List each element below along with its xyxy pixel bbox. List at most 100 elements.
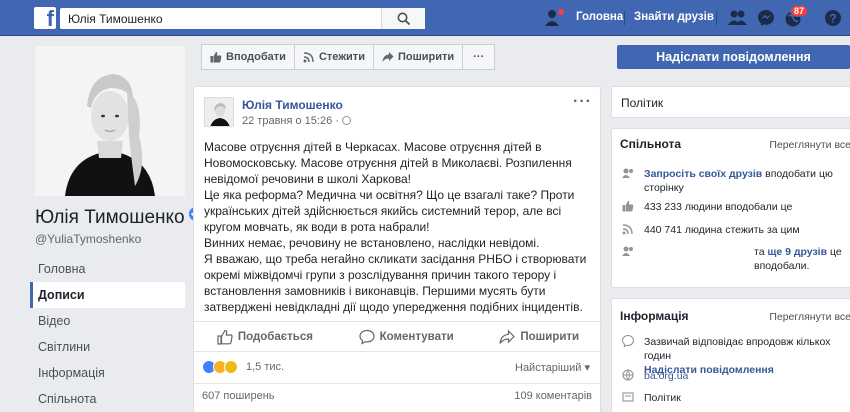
post-paragraph: Це яка реформа? Медична чи освітня? Що ц… (204, 188, 575, 234)
category-tag-icon (622, 392, 634, 402)
follows-count-text: 440 741 людина стежить за цим (644, 224, 800, 236)
audience-globe-icon (341, 116, 351, 125)
help-icon[interactable]: ? (824, 9, 842, 27)
info-category-text[interactable]: Політик (644, 391, 850, 405)
website-globe-icon (622, 369, 634, 381)
notifications-badge: 87 (790, 5, 809, 17)
post-share-label: Поширити (520, 330, 580, 343)
comments-sort-dropdown[interactable]: Найстаріший ▾ (515, 361, 590, 374)
info-see-all-link[interactable]: Переглянути все (769, 311, 850, 323)
sad-reaction-icon (224, 360, 238, 374)
community-follows-row: 440 741 людина стежить за цим (622, 223, 850, 237)
like-page-label: Вподобати (226, 51, 286, 63)
svg-text:?: ? (829, 12, 836, 26)
author-avatar-image (205, 98, 233, 126)
post-comment-button[interactable]: Коментувати (359, 329, 454, 345)
more-options-button[interactable]: ··· (462, 44, 496, 70)
invite-friends-icon (622, 168, 633, 178)
send-message-button[interactable]: Надіслати повідомлення (617, 45, 850, 69)
website-row: ba.org.ua (622, 369, 850, 383)
community-friends-row: та ще 9 друзів це вподобали. (622, 245, 850, 275)
likes-count-text: 433 233 людини вподобали це (644, 201, 793, 213)
comments-count[interactable]: 109 коментарів (514, 390, 592, 402)
community-see-all-link[interactable]: Переглянути все (769, 139, 850, 151)
like-page-button[interactable]: Вподобати (201, 44, 295, 70)
profile-picture[interactable] (35, 46, 185, 196)
left-nav-item-about[interactable]: Інформація (30, 360, 185, 386)
search-button[interactable] (381, 8, 425, 29)
response-time-text: Зазвичай відповідає впродовж кількох год… (644, 336, 831, 362)
like-thumb-icon (217, 329, 233, 345)
search-box (60, 8, 425, 29)
post-paragraph: Винних немає, речовину не встановлено, н… (204, 236, 540, 250)
search-icon (397, 12, 411, 26)
shares-row: 607 поширень 109 коментарів (194, 383, 602, 407)
follow-label: Стежити (318, 51, 365, 63)
profile-portrait-image (35, 46, 185, 196)
post-author-name[interactable]: Юлія Тимошенко (242, 98, 343, 112)
invite-friends-link[interactable]: Запросіть своїх друзів (644, 168, 762, 180)
nav-find-friends-link[interactable]: Знайти друзів (634, 11, 714, 23)
community-likes-row: 433 233 людини вподобали це (622, 200, 850, 214)
thumbs-up-icon (210, 52, 222, 63)
post-date-text: 22 травня о 15:26 · (242, 115, 342, 127)
share-page-button[interactable]: Поширити (372, 44, 464, 70)
post-paragraph: Я вважаю, що треба негайно скликати засі… (204, 252, 587, 314)
post-body: Масове отруєння дітей в Черкасах. Масове… (204, 139, 589, 315)
left-nav-item-videos[interactable]: Відео (30, 308, 185, 334)
left-nav: Головна Дописи Відео Світлини Інформація… (30, 256, 185, 412)
website-link[interactable]: ba.org.ua (644, 369, 850, 383)
page-handle[interactable]: @YuliaTymoshenko (35, 232, 141, 246)
reactions-row: 1,5 тис. Найстаріший ▾ (194, 351, 602, 381)
comment-bubble-icon (359, 329, 375, 345)
post-like-label: Подобається (237, 330, 313, 343)
messenger-icon[interactable] (757, 9, 775, 27)
community-invite-row: Запросіть своїх друзів вподобати цю стор… (622, 167, 850, 197)
facebook-logo-icon[interactable]: f (34, 6, 56, 31)
post-actions-bar: Подобається Коментувати Поширити (194, 321, 602, 351)
reaction-icons[interactable] (202, 360, 238, 374)
nav-home-link[interactable]: Головна (576, 11, 623, 23)
community-card: Спільнота Переглянути все Запросіть свої… (611, 128, 850, 288)
share-page-label: Поширити (397, 51, 455, 63)
page-name-text: Юлія Тимошенко (35, 207, 185, 228)
messenger-response-icon (622, 335, 634, 347)
post-share-button[interactable]: Поширити (499, 329, 579, 345)
follow-button[interactable]: Стежити (293, 44, 374, 70)
post-comment-label: Коментувати (379, 330, 454, 343)
left-nav-item-community[interactable]: Спільнота (30, 386, 185, 412)
search-input[interactable] (60, 8, 380, 29)
friends-more-link[interactable]: ще 9 друзів (767, 246, 827, 258)
info-category-row: Політик (622, 391, 850, 405)
info-card: Інформація Переглянути все Зазвичай відп… (611, 298, 850, 412)
friends-prefix-text: та (754, 246, 768, 258)
post-author-avatar[interactable] (204, 97, 234, 127)
left-nav-item-home[interactable]: Головна (30, 256, 185, 282)
share-arrow-icon (382, 52, 394, 62)
category-card: Політик (611, 86, 850, 118)
profile-user-icon[interactable] (544, 8, 564, 28)
post-timestamp[interactable]: 22 травня о 15:26 · (242, 115, 351, 127)
reactions-count[interactable]: 1,5 тис. (246, 361, 284, 373)
info-title[interactable]: Інформація (620, 309, 689, 323)
rss-follow-icon (303, 52, 314, 63)
shares-count[interactable]: 607 поширень (202, 390, 275, 402)
left-nav-item-posts[interactable]: Дописи (30, 282, 185, 308)
community-title[interactable]: Спільнота (620, 137, 681, 151)
post-options-icon[interactable]: ··· (573, 93, 592, 111)
page-category[interactable]: Політик (621, 96, 663, 110)
share-icon (499, 329, 516, 344)
page-action-bar: Вподобати Стежити Поширити ··· (201, 44, 496, 70)
page-title: Юлія Тимошенко (35, 207, 203, 229)
friend-requests-icon[interactable] (728, 9, 748, 27)
left-nav-item-photos[interactable]: Світлини (30, 334, 185, 360)
more-options-icon: ··· (473, 51, 485, 63)
likes-thumb-icon (622, 201, 634, 212)
friends-icon (622, 246, 633, 256)
response-time-row: Зазвичай відповідає впродовж кількох год… (622, 335, 850, 376)
post-card: Юлія Тимошенко 22 травня о 15:26 · ··· М… (193, 86, 602, 412)
post-like-button[interactable]: Подобається (217, 329, 313, 345)
follows-rss-icon (622, 224, 633, 235)
post-paragraph: Масове отруєння дітей в Черкасах. Масове… (204, 140, 572, 186)
top-bar: f Головна Знайти друзів 87 ? (0, 0, 850, 36)
